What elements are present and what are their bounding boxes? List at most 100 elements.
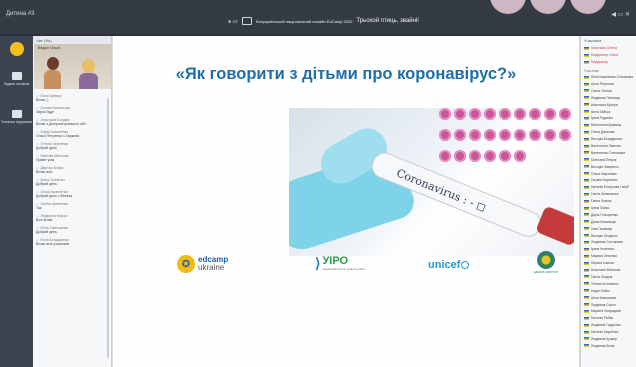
participant-row[interactable]: Анастасія Кучера (581, 101, 636, 108)
unicef-logo: unicef (428, 259, 470, 271)
flag-icon (584, 110, 589, 114)
participant-row[interactable]: Анастасія Олена (581, 45, 636, 52)
edcamp-logo: ✪ edcamp ukraine (177, 255, 228, 273)
nav-item-tech-support[interactable]: Технічна підтримка (0, 110, 33, 124)
app-logo-icon (10, 42, 24, 56)
participant-row[interactable]: Інна Паламар (581, 225, 636, 232)
participant-name: Марина Зінченко (591, 254, 618, 259)
chat-message: Ірина ТкаченкоДобрий день (36, 178, 109, 186)
participant-row[interactable]: Ольга Мартинюк (581, 170, 636, 177)
participant-row[interactable]: Марина Свиридова (581, 308, 636, 315)
uipo-icon: ⟩ (315, 255, 321, 271)
participant-name: Людмила Гордієнко (591, 323, 621, 328)
participant-row[interactable]: Людмила Пономар (581, 94, 636, 101)
participant-row[interactable]: Людмила Білик (581, 342, 636, 349)
participant-name: Діана Ковальчук (591, 219, 616, 224)
flag-icon (584, 220, 589, 224)
participant-row[interactable]: Дарія Гончаренко (581, 211, 636, 218)
chat-message: Юлія БондаренкоВітаю всіх учасників (36, 238, 109, 246)
participant-name: Ірина Руденко (591, 116, 613, 121)
flag-icon (584, 60, 589, 64)
chat-message: Марія КоваленкоОльга Петренко з Харкова (36, 130, 109, 138)
chat-message: Наталія МельникПривіт усім (36, 154, 109, 162)
uipo-logo: ⟩ УІРО Український інститут розвитку осві… (315, 254, 365, 271)
participant-row[interactable]: Людмила Солтанова (581, 239, 636, 246)
participant-row[interactable]: Наталія Білоусова Голуб (581, 184, 636, 191)
window-controls[interactable]: ◀ ▭ ✕ (611, 11, 630, 18)
participant-row[interactable]: Ірина Лойко (581, 205, 636, 212)
participant-name: Наталія Білоусова Голуб (591, 185, 629, 190)
banner-tagline: Трьохой птиць, звайні! (356, 18, 419, 24)
participant-row[interactable]: Людмила Гордієнко (581, 322, 636, 329)
participant-name: Анастасія Кучера (591, 102, 618, 107)
participant-row[interactable]: Анна Ковальова (581, 294, 636, 301)
participant-row[interactable]: Валентина Лисенко (581, 143, 636, 150)
decorative-banner (490, 0, 606, 14)
edcamp-icon: ✪ (177, 255, 195, 273)
participant-row[interactable]: Вікторія Лавренко (581, 163, 636, 170)
participant-name: Світлана Петрик (591, 157, 617, 162)
flag-icon (584, 316, 589, 320)
edcamp-logo-icon (242, 17, 253, 25)
participant-row[interactable]: Алла Петренко (581, 81, 636, 88)
participant-name: Валентина Кравець (591, 123, 622, 128)
flag-icon (584, 213, 589, 217)
participant-row[interactable]: Тетяна Антоненко (581, 280, 636, 287)
participant-row[interactable]: Оксана Карпенко (581, 177, 636, 184)
participant-row[interactable]: Наталія Харченко (581, 329, 636, 336)
participant-row[interactable]: Наталія Рибак (581, 315, 636, 322)
chat-header: Чат (Усі) (33, 36, 111, 44)
participant-name: Ірина Лойко (591, 206, 610, 211)
participant-name: Людмила Білик (591, 343, 615, 348)
participant-name: Валентина Лисенко (591, 144, 622, 149)
participant-row[interactable]: Валентина Кравець (581, 122, 636, 129)
participant-row[interactable]: Ганна Литвиненко (581, 191, 636, 198)
participant-row[interactable]: Ольга Сенько (581, 87, 636, 94)
participant-name: Алла Зайчук (591, 109, 611, 114)
host-video[interactable]: Ведучі: Ольга (34, 44, 111, 89)
flag-icon (584, 337, 589, 341)
participant-name: Вікторія Лещенко (591, 233, 618, 238)
window-title: Дитина #3 (6, 11, 35, 17)
participant-row[interactable]: Ганна Гнатюк (581, 198, 636, 205)
chat-message: Людмила МорозВсіх вітаю (36, 214, 109, 222)
participant-name: Лариса Ісаєнко (591, 261, 615, 266)
participant-row[interactable]: Марина Зінченко (581, 253, 636, 260)
participant-row[interactable]: Модератор Ольга (581, 52, 636, 59)
window-titlebar: Дитина #3 ✻ OT Всеукраїнський національн… (0, 0, 636, 34)
participant-row[interactable]: Алла Зайчук (581, 108, 636, 115)
flag-icon (584, 330, 589, 334)
flag-icon (584, 247, 589, 251)
participant-row[interactable]: Ірина Ігнатенко (581, 246, 636, 253)
chat-scrollbar[interactable] (107, 98, 109, 358)
participant-row[interactable]: Людмила Кушнір (581, 336, 636, 343)
participant-name: Наталія Рибак (591, 316, 613, 321)
flag-icon (584, 89, 589, 93)
participant-row[interactable]: Вікторія Бондаренко (581, 136, 636, 143)
participant-row[interactable]: Ганна Осадча (581, 274, 636, 281)
participant-row[interactable]: Світлана Петрик (581, 156, 636, 163)
flag-icon (584, 192, 589, 196)
nav-item-ask-question[interactable]: Задати питання (0, 72, 33, 86)
flag-icon (584, 234, 589, 238)
participant-row[interactable]: Надія Бойко (581, 287, 636, 294)
presenter-2 (79, 59, 98, 89)
participants-header: Учасники (584, 38, 602, 43)
participant-row[interactable]: Ірина Руденко (581, 115, 636, 122)
participant-row[interactable]: Анастасія Мельник (581, 267, 636, 274)
chat-panel: Чат (Усі) Ведучі: Ольга Юлія ШевчукВітаю… (33, 36, 112, 367)
participant-row[interactable]: Вікторія Лещенко (581, 232, 636, 239)
flag-icon (584, 323, 589, 327)
flag-icon (584, 96, 589, 100)
participant-name: Людмила Солтанова (591, 240, 623, 245)
participant-row[interactable]: Валентина Степанова (581, 149, 636, 156)
participant-name: Тетяна Антоненко (591, 281, 619, 286)
participant-row[interactable]: Ольга Данилюк (581, 129, 636, 136)
participant-row[interactable]: Юлія Коваленко Стаханова (581, 74, 636, 81)
participant-row[interactable]: Лариса Ісаєнко (581, 260, 636, 267)
participant-row[interactable]: Діана Ковальчук (581, 218, 636, 225)
flag-icon (584, 178, 589, 182)
participant-row[interactable]: Людмила Сокол (581, 301, 636, 308)
chat-message: Анастасія БондарВітаю з Дніпропетровсько… (36, 118, 109, 126)
participant-row[interactable]: Модератор (581, 59, 636, 66)
